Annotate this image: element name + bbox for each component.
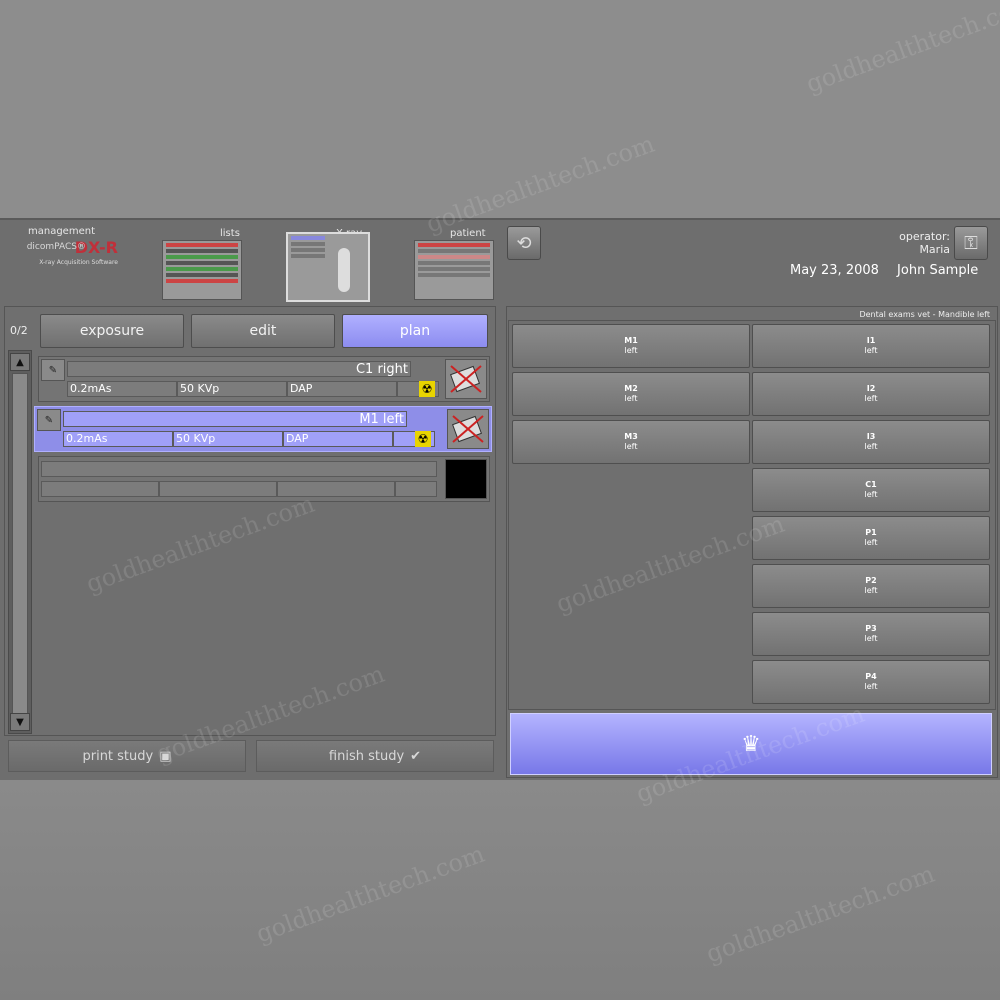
tooth-code: I2 (866, 384, 876, 393)
tooth-button-m1[interactable]: M1 left (512, 324, 750, 368)
tooth-button-c1[interactable]: C1 left (752, 468, 990, 512)
tooth-side: left (624, 394, 638, 403)
exposure-name: M1 left (63, 411, 407, 427)
exposure-row[interactable]: ✎ C1 right 0.2mAs 50 KVp DAP ☢ (38, 356, 490, 402)
exposure-mas: 0.2mAs (67, 381, 177, 397)
tooth-code: I1 (866, 336, 876, 345)
tooth-code: P1 (865, 528, 877, 537)
tooth-button-p3[interactable]: P3 left (752, 612, 990, 656)
finish-study-label: finish study (328, 748, 405, 764)
patient-name: John Sample (897, 263, 979, 278)
lists-thumbnail[interactable] (162, 240, 242, 300)
tooth-side: left (864, 394, 878, 403)
tooth-button-i3[interactable]: I3 left (752, 420, 990, 464)
exam-title: Dental exams vet - Mandible left (859, 310, 990, 319)
exposure-count: 0/2 (10, 324, 28, 337)
patient-line: May 23, 2008 John Sample (790, 263, 992, 278)
exposure-name: C1 right (67, 361, 411, 377)
operator-label: operator: (899, 230, 950, 243)
tooth-code: M2 (624, 384, 638, 393)
scrollbar[interactable]: ▲ ▼ (8, 350, 32, 734)
tooth-side: left (864, 490, 878, 499)
scroll-down-icon[interactable]: ▼ (10, 713, 30, 731)
exposure-dap: DAP (283, 431, 393, 447)
exposure-mas: 0.2mAs (63, 431, 173, 447)
tooth-side: left (864, 346, 878, 355)
tooth-side: left (864, 442, 878, 451)
tooth-button-m3[interactable]: M3 left (512, 420, 750, 464)
tooth-button-i2[interactable]: I2 left (752, 372, 990, 416)
brand-pacs: dicomPACS® (26, 242, 86, 252)
tooth-button-i1[interactable]: I1 left (752, 324, 990, 368)
brand-block: management DX-R dicomPACS® X-ray Acquisi… (18, 226, 118, 266)
image-preview[interactable] (445, 459, 487, 499)
tooth-button-m2[interactable]: M2 left (512, 372, 750, 416)
tooth-code: M3 (624, 432, 638, 441)
tooth-code: I3 (866, 432, 876, 441)
tooth-side: left (864, 586, 878, 595)
operator-info: operator: Maria (899, 230, 950, 256)
scroll-thumb[interactable] (12, 373, 28, 715)
edit-pencil-icon[interactable]: ✎ (37, 409, 61, 431)
patient-thumbnail[interactable] (414, 240, 494, 300)
exposure-row-empty[interactable] (38, 456, 490, 502)
no-image-icon[interactable] (445, 359, 487, 399)
exposure-kvp: 50 KVp (177, 381, 287, 397)
exposure-row-selected[interactable]: ✎ M1 left 0.2mAs 50 KVp DAP ☢ (34, 406, 492, 452)
tooth-code: C1 (865, 480, 877, 489)
exposure-dap: DAP (287, 381, 397, 397)
tooth-side: left (624, 442, 638, 451)
tooth-side: left (864, 682, 878, 691)
management-label: management (28, 226, 95, 237)
finish-study-button[interactable]: finish study ✔ (256, 740, 494, 772)
lists-label: lists (220, 228, 240, 239)
brand-subtitle: X-ray Acquisition Software (39, 259, 118, 266)
exposure-kvp: 50 KVp (173, 431, 283, 447)
tooth-button-p1[interactable]: P1 left (752, 516, 990, 560)
edit-pencil-icon[interactable]: ✎ (41, 359, 65, 381)
checkmark-icon: ✔ (410, 748, 422, 764)
tooth-button-p4[interactable]: P4 left (752, 660, 990, 704)
tooth-button-p2[interactable]: P2 left (752, 564, 990, 608)
tooth-code: P4 (865, 672, 877, 681)
scroll-up-icon[interactable]: ▲ (10, 353, 30, 371)
exposure-name-empty (41, 461, 437, 477)
tab-exposure[interactable]: exposure (40, 314, 184, 348)
radiation-icon: ☢ (419, 381, 435, 397)
no-image-icon[interactable] (447, 409, 489, 449)
tooth-side: left (624, 346, 638, 355)
xray-thumbnail[interactable] (286, 232, 370, 302)
operator-name: Maria (919, 243, 950, 256)
exit-icon[interactable]: ⟲ (507, 226, 541, 260)
tooth-side: left (864, 538, 878, 547)
tooth-code: P2 (865, 576, 877, 585)
radiation-icon: ☢ (415, 431, 431, 447)
tooth-side: left (864, 634, 878, 643)
tab-plan[interactable]: plan (342, 314, 488, 348)
print-study-label: print study (82, 748, 154, 764)
tab-edit[interactable]: edit (191, 314, 335, 348)
study-date: May 23, 2008 (790, 263, 879, 278)
key-icon[interactable]: ⚿ (954, 226, 988, 260)
tooth-code: M1 (624, 336, 638, 345)
tooth-code: P3 (865, 624, 877, 633)
